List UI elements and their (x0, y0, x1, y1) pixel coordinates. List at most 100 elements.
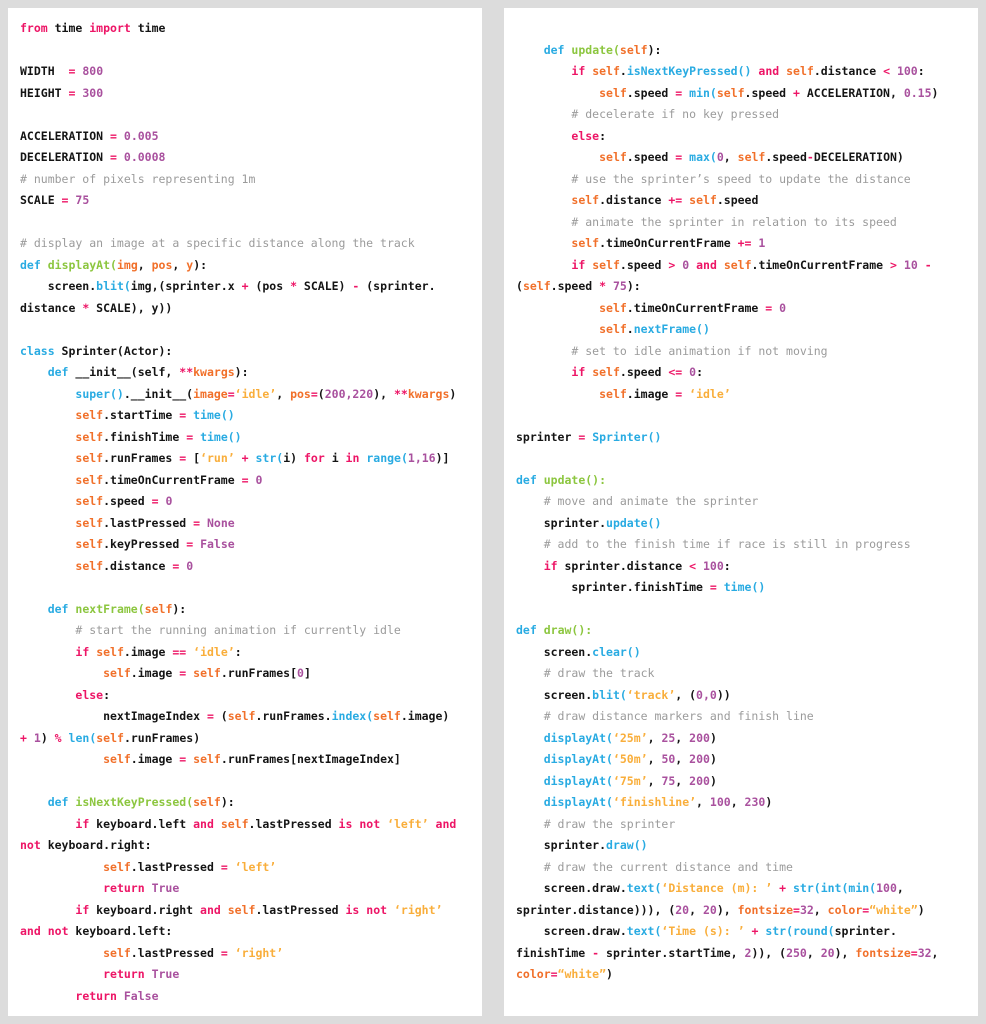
code-token-t: ) (449, 387, 456, 401)
code-column-right: def update(self): if self.isNextKeyPress… (516, 18, 966, 986)
code-token-t: .speed (717, 193, 759, 207)
code-token-t (145, 881, 152, 895)
code-token-t (20, 494, 75, 508)
code-token-k: return (103, 967, 145, 981)
code-token-k: = (110, 129, 117, 143)
code-token-t (516, 344, 571, 358)
code-token-o: self (620, 43, 648, 57)
code-token-t (20, 430, 75, 444)
code-token-t (20, 623, 75, 637)
code-token-o: self (193, 666, 221, 680)
code-token-o: self (75, 559, 103, 573)
code-token-t: [ (186, 451, 200, 465)
code-line: screen.draw.text(‘Time (s): ’ + str(roun… (516, 921, 966, 943)
code-token-t (516, 817, 544, 831)
code-token-f: str( (765, 924, 793, 938)
code-token-o: color (828, 903, 863, 917)
code-token-t: sprinter.startTime, (599, 946, 744, 960)
code-token-c: # draw the current distance and time (544, 860, 793, 874)
code-token-f: time() (200, 430, 242, 444)
code-column-left: from time import time WIDTH = 800HEIGHT … (20, 18, 470, 1007)
code-token-k: and (200, 903, 221, 917)
code-token-t: , (648, 752, 662, 766)
code-panel-right: def update(self): if self.isNextKeyPress… (504, 8, 978, 1016)
code-token-s: ‘run’ (200, 451, 235, 465)
code-token-t: ) (710, 752, 717, 766)
code-token-t: .keyPressed (103, 537, 186, 551)
code-token-t: , (731, 795, 745, 809)
code-token-n: 1,16 (408, 451, 436, 465)
code-token-f: def (516, 473, 537, 487)
code-token-f: displayAt( (544, 774, 613, 788)
code-token-n: 0.0008 (124, 150, 166, 164)
code-token-n: True (152, 967, 180, 981)
code-token-t: .timeOnCurrentFrame (752, 258, 890, 272)
code-token-o: self (592, 64, 620, 78)
code-token-t: ): (193, 258, 207, 272)
code-line: return True (20, 878, 470, 900)
code-line (20, 771, 470, 793)
code-line: # animate the sprinter in relation to it… (516, 212, 966, 234)
code-token-t: , (696, 795, 710, 809)
code-line: # draw the track (516, 663, 966, 685)
code-token-t (221, 903, 228, 917)
code-token-s: ‘idle’ (193, 645, 235, 659)
code-token-k: = (221, 946, 228, 960)
code-token-n: 200 (689, 774, 710, 788)
code-token-t (20, 946, 103, 960)
code-token-t (20, 989, 75, 1003)
code-token-o: fontsize (855, 946, 910, 960)
code-token-t: .distance (814, 64, 883, 78)
code-token-t: ) (41, 731, 55, 745)
code-line: self.keyPressed = False (20, 534, 470, 556)
code-token-s: ‘right’ (235, 946, 283, 960)
code-token-n: 20 (821, 946, 835, 960)
code-token-o: kwargs (193, 365, 235, 379)
code-token-n: 1 (34, 731, 41, 745)
code-token-n: True (152, 881, 180, 895)
code-token-t (516, 43, 544, 57)
code-token-t: .speed (627, 150, 675, 164)
code-token-t: , (648, 774, 662, 788)
code-token-t: sprinter.distance (558, 559, 690, 573)
code-token-t: .runFrames[ (221, 666, 297, 680)
code-token-t: keyboard.left: (69, 924, 173, 938)
code-token-s: ‘left’ (235, 860, 277, 874)
code-token-t: sprinter. (516, 516, 606, 530)
code-token-k: + (242, 279, 249, 293)
code-token-t: .lastPressed (103, 516, 193, 530)
code-token-t: ) (918, 903, 925, 917)
code-token-o: self (599, 301, 627, 315)
code-token-s: ‘Time (s): ’ (661, 924, 744, 938)
code-token-f: time() (193, 408, 235, 422)
code-token-n: 300 (82, 86, 103, 100)
code-line: self.distance += self.speed (516, 190, 966, 212)
code-line: if self.speed > 0 and self.timeOnCurrent… (516, 255, 966, 277)
code-token-k: not (48, 924, 69, 938)
code-line: from time import time (20, 18, 470, 40)
code-token-n: 75 (661, 774, 675, 788)
code-token-n: 100 (703, 559, 724, 573)
code-token-n: 0 (186, 559, 193, 573)
code-line: sprinter.distance))), (20, 20), fontsize… (516, 900, 966, 922)
code-token-t (117, 150, 124, 164)
code-line: # draw the sprinter (516, 814, 966, 836)
code-token-f: blit( (96, 279, 131, 293)
code-token-n: 800 (82, 64, 103, 78)
code-token-k: * (290, 279, 297, 293)
code-token-k: = (911, 946, 918, 960)
code-token-k: = (228, 387, 235, 401)
code-token-t: sprinter. (516, 838, 606, 852)
code-line: # draw the current distance and time (516, 857, 966, 879)
code-token-t (717, 580, 724, 594)
code-token-n: 0.15 (904, 86, 932, 100)
code-line: self.lastPressed = ‘right’ (20, 943, 470, 965)
code-line: self.startTime = time() (20, 405, 470, 427)
code-token-t: : (599, 129, 606, 143)
code-token-t: ACCELERATION (20, 129, 110, 143)
code-token-t: , (814, 903, 828, 917)
code-token-t: sprinter. (835, 924, 897, 938)
code-token-t (20, 365, 48, 379)
code-token-t (214, 817, 221, 831)
code-line: displayAt(‘finishline’, 100, 230) (516, 792, 966, 814)
